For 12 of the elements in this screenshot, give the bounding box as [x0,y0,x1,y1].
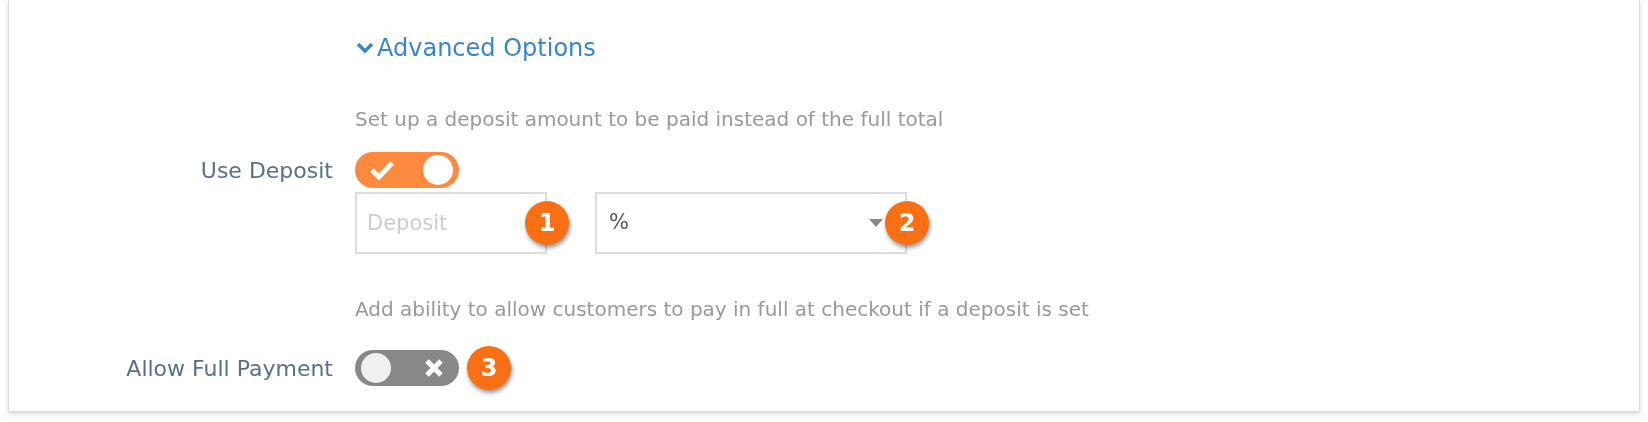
help-text: Add ability to allow customers to pay in full at checkout if a deposit is set [355,297,1089,321]
field-label: Use Deposit [200,157,333,183]
callout-badge: 3 [467,346,511,390]
check-icon [369,159,395,181]
advanced-options-toggle[interactable]: Advanced Options [355,30,596,66]
callout-badge: 2 [885,201,929,245]
close-icon [423,357,445,379]
field-label: Allow Full Payment [126,355,333,381]
toggle-switch[interactable] [355,152,459,188]
dropdown-caret-icon [869,219,883,227]
toggle-switch[interactable] [355,350,459,386]
help-text: Set up a deposit amount to be paid instead of the full total [355,107,944,131]
